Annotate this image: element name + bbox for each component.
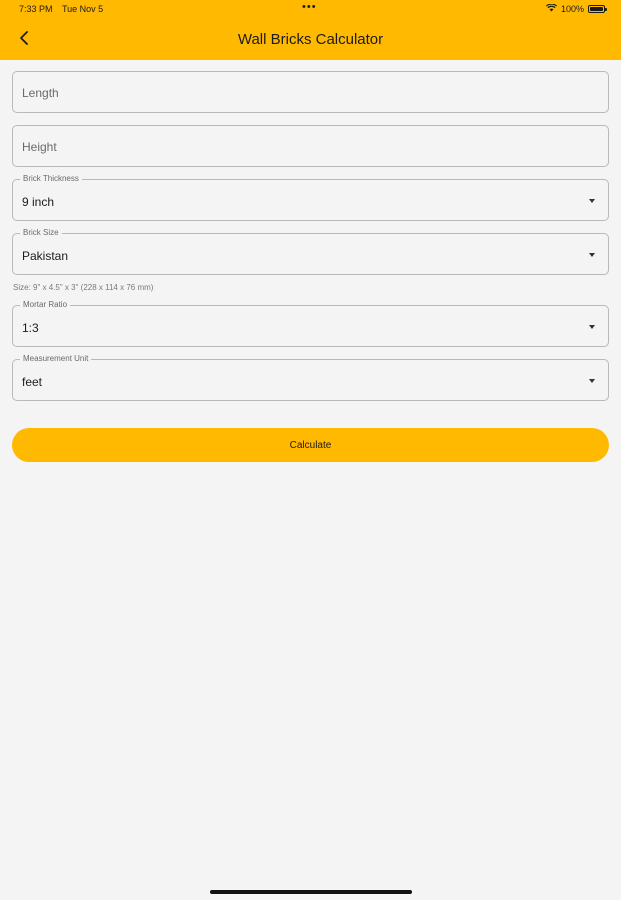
dropdown-arrow-icon	[589, 199, 595, 203]
wifi-icon	[545, 3, 557, 14]
mortar-ratio-label: Mortar Ratio	[20, 300, 71, 310]
brick-size-label: Brick Size	[20, 228, 62, 238]
brick-thickness-label: Brick Thickness	[20, 174, 82, 184]
page-title: Wall Bricks Calculator	[237, 31, 384, 48]
measurement-unit-value: feet	[22, 375, 43, 389]
measurement-unit-label: Measurement Unit	[20, 354, 92, 364]
dropdown-arrow-icon	[589, 325, 595, 329]
length-placeholder: Length	[22, 86, 59, 100]
brick-thickness-value: 9 inch	[22, 195, 55, 209]
dropdown-arrow-icon	[589, 379, 595, 383]
height-placeholder: Height	[22, 140, 57, 154]
status-date: Tue Nov 5	[62, 4, 104, 14]
dropdown-arrow-icon	[589, 253, 595, 257]
home-indicator[interactable]	[210, 890, 412, 894]
brick-thickness-select[interactable]: Brick Thickness 9 inch	[12, 174, 609, 221]
height-input[interactable]: Height	[12, 125, 609, 167]
status-bar: 7:33 PM Tue Nov 5 ••• 100%	[0, 1, 621, 16]
measurement-unit-select[interactable]: Measurement Unit feet	[12, 354, 609, 401]
brick-size-select[interactable]: Brick Size Pakistan	[12, 228, 609, 275]
mortar-ratio-value: 1:3	[22, 321, 39, 335]
multitask-dots[interactable]: •••	[302, 1, 317, 13]
mortar-ratio-select[interactable]: Mortar Ratio 1:3	[12, 300, 609, 347]
battery-icon	[588, 5, 607, 13]
brick-size-hint: Size: 9" x 4.5" x 3" (228 x 114 x 76 mm)	[13, 283, 154, 292]
status-right: 100%	[545, 3, 607, 14]
app-bar: 7:33 PM Tue Nov 5 ••• 100% Wall Bricks C…	[0, 0, 621, 60]
length-input[interactable]: Length	[12, 71, 609, 113]
battery-percent: 100%	[560, 4, 584, 14]
calculate-button[interactable]: Calculate	[12, 428, 609, 462]
brick-size-value: Pakistan	[22, 249, 69, 263]
status-time: 7:33 PM	[19, 4, 53, 14]
